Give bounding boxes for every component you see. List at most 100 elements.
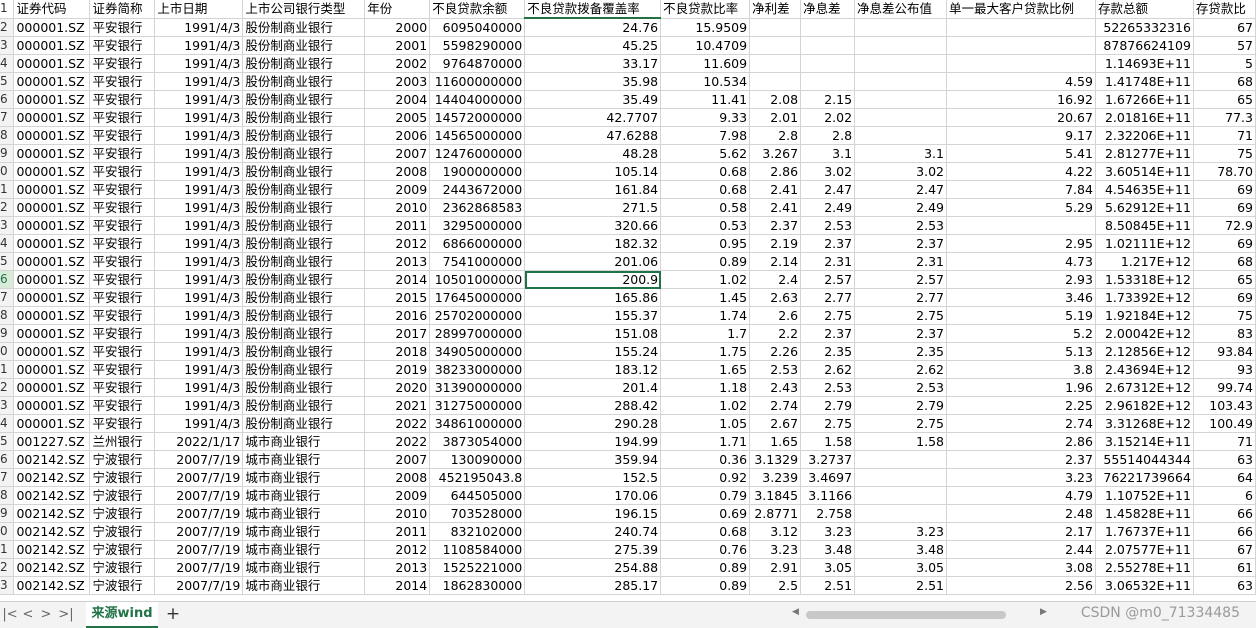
row-number[interactable]: 8 xyxy=(0,126,15,145)
table-cell[interactable]: 1.73392E+12 xyxy=(1095,288,1194,307)
table-cell[interactable]: 2.00042E+12 xyxy=(1095,324,1194,343)
table-cell[interactable]: 2.74 xyxy=(749,396,802,415)
table-cell[interactable]: 3.1329 xyxy=(749,450,802,469)
table-cell[interactable]: 2007 xyxy=(364,450,431,469)
table-cell[interactable]: 000001.SZ xyxy=(13,108,91,127)
table-cell[interactable]: 2.95 xyxy=(946,234,1096,253)
table-cell[interactable]: 4.59 xyxy=(946,72,1096,91)
table-cell[interactable]: 35.98 xyxy=(524,72,662,91)
table-cell[interactable]: 1.18 xyxy=(660,378,751,397)
table-cell[interactable]: 9.33 xyxy=(660,108,751,127)
table-cell[interactable]: 5.29 xyxy=(946,198,1096,217)
table-cell[interactable]: 2003 xyxy=(364,72,431,91)
row-number[interactable]: 4 xyxy=(0,414,15,433)
table-cell[interactable]: 71 xyxy=(1193,432,1256,451)
row-number[interactable]: 1 xyxy=(0,0,15,19)
table-cell[interactable]: 3.1 xyxy=(854,144,947,163)
table-cell[interactable]: 2.14 xyxy=(749,252,802,271)
table-cell[interactable]: 1991/4/3 xyxy=(154,360,244,379)
table-cell[interactable]: 3.12 xyxy=(749,522,802,541)
table-cell[interactable]: 1862830000 xyxy=(429,576,526,595)
column-header[interactable]: 证券简称 xyxy=(89,0,156,19)
table-cell[interactable]: 2.41 xyxy=(749,180,802,199)
table-cell[interactable] xyxy=(749,54,802,73)
table-cell[interactable]: 290.28 xyxy=(524,414,662,433)
table-cell[interactable]: 152.5 xyxy=(524,468,662,487)
table-cell[interactable]: 2012 xyxy=(364,234,431,253)
table-cell[interactable]: 194.99 xyxy=(524,432,662,451)
table-cell[interactable]: 1991/4/3 xyxy=(154,162,244,181)
row-number[interactable]: 5 xyxy=(0,252,15,271)
table-cell[interactable]: 2.96182E+12 xyxy=(1095,396,1194,415)
table-cell[interactable]: 24.76 xyxy=(524,18,662,37)
row-number[interactable]: 2 xyxy=(0,378,15,397)
table-cell[interactable]: 2008 xyxy=(364,162,431,181)
table-cell[interactable]: 100.49 xyxy=(1193,414,1256,433)
table-cell[interactable]: 0.68 xyxy=(660,180,751,199)
table-cell[interactable]: 2014 xyxy=(364,576,431,595)
table-cell[interactable]: 5598290000 xyxy=(429,36,526,55)
table-cell[interactable]: 3.239 xyxy=(749,468,802,487)
table-cell[interactable]: 000001.SZ xyxy=(13,342,91,361)
table-cell[interactable]: 1.65 xyxy=(660,360,751,379)
table-cell[interactable] xyxy=(946,18,1096,37)
table-cell[interactable]: 平安银行 xyxy=(89,180,156,199)
table-cell[interactable]: 002142.SZ xyxy=(13,450,91,469)
table-cell[interactable]: 52265332316 xyxy=(1095,18,1194,37)
table-cell[interactable]: 1.45 xyxy=(660,288,751,307)
table-cell[interactable]: 1991/4/3 xyxy=(154,324,244,343)
table-cell[interactable]: 股份制商业银行 xyxy=(242,396,366,415)
table-cell[interactable]: 3.60514E+11 xyxy=(1095,162,1194,181)
table-cell[interactable]: 2019 xyxy=(364,360,431,379)
table-cell[interactable]: 2.49 xyxy=(854,198,947,217)
table-cell[interactable]: 股份制商业银行 xyxy=(242,342,366,361)
table-cell[interactable]: 平安银行 xyxy=(89,162,156,181)
table-cell[interactable]: 10.4709 xyxy=(660,36,751,55)
table-cell[interactable]: 2.93 xyxy=(946,270,1096,289)
table-cell[interactable]: 69 xyxy=(1193,198,1256,217)
table-cell[interactable]: 1.7 xyxy=(660,324,751,343)
table-cell[interactable] xyxy=(854,450,947,469)
table-cell[interactable]: 285.17 xyxy=(524,576,662,595)
table-cell[interactable]: 2009 xyxy=(364,486,431,505)
table-cell[interactable]: 4.54635E+11 xyxy=(1095,180,1194,199)
table-cell[interactable]: 宁波银行 xyxy=(89,540,156,559)
table-cell[interactable]: 股份制商业银行 xyxy=(242,72,366,91)
table-cell[interactable]: 股份制商业银行 xyxy=(242,126,366,145)
table-cell[interactable]: 000001.SZ xyxy=(13,378,91,397)
table-cell[interactable]: 平安银行 xyxy=(89,252,156,271)
table-cell[interactable]: 1.02 xyxy=(660,270,751,289)
next-sheet-icon[interactable]: > xyxy=(38,606,54,624)
table-cell[interactable]: 2007/7/19 xyxy=(154,522,244,541)
table-cell[interactable]: 15.9509 xyxy=(660,18,751,37)
table-cell[interactable]: 72.9 xyxy=(1193,216,1256,235)
table-cell[interactable]: 002142.SZ xyxy=(13,558,91,577)
table-cell[interactable]: 2.53 xyxy=(854,216,947,235)
table-cell[interactable]: 68 xyxy=(1193,72,1256,91)
table-cell[interactable]: 2007/7/19 xyxy=(154,468,244,487)
table-cell[interactable]: 55514044344 xyxy=(1095,450,1194,469)
table-cell[interactable]: 2009 xyxy=(364,180,431,199)
table-cell[interactable]: 7.98 xyxy=(660,126,751,145)
table-cell[interactable]: 2022 xyxy=(364,432,431,451)
table-cell[interactable]: 2.47 xyxy=(800,180,856,199)
table-cell[interactable] xyxy=(854,90,947,109)
table-cell[interactable] xyxy=(854,54,947,73)
table-cell[interactable]: 000001.SZ xyxy=(13,18,91,37)
table-cell[interactable]: 001227.SZ xyxy=(13,432,91,451)
table-cell[interactable]: 5.62912E+11 xyxy=(1095,198,1194,217)
table-cell[interactable]: 4.79 xyxy=(946,486,1096,505)
table-cell[interactable]: 平安银行 xyxy=(89,144,156,163)
table-cell[interactable]: 2007/7/19 xyxy=(154,486,244,505)
table-cell[interactable]: 1.67266E+11 xyxy=(1095,90,1194,109)
table-cell[interactable]: 93 xyxy=(1193,360,1256,379)
column-header[interactable]: 上市日期 xyxy=(154,0,244,19)
table-cell[interactable] xyxy=(800,72,856,91)
table-cell[interactable]: 3.23 xyxy=(800,522,856,541)
table-cell[interactable]: 1108584000 xyxy=(429,540,526,559)
table-cell[interactable]: 1.58 xyxy=(800,432,856,451)
table-cell[interactable]: 000001.SZ xyxy=(13,180,91,199)
table-cell[interactable]: 3.267 xyxy=(749,144,802,163)
table-cell[interactable]: 000001.SZ xyxy=(13,216,91,235)
table-cell[interactable]: 2012 xyxy=(364,540,431,559)
